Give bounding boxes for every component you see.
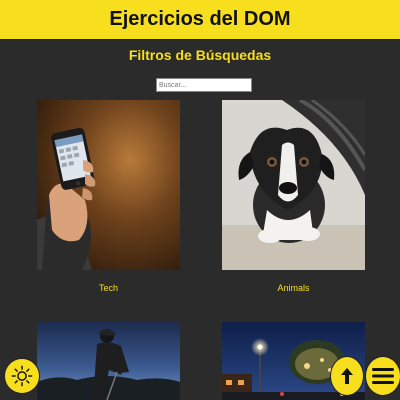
sun-icon <box>11 365 33 387</box>
arrow-up-icon <box>341 368 353 384</box>
card-image-animals <box>222 100 365 270</box>
theme-toggle-button[interactable] <box>4 358 40 394</box>
puppy-photo <box>222 100 365 270</box>
card-label-animals: Animals <box>277 283 310 293</box>
phone-in-hand-photo <box>37 100 180 270</box>
page-header: Ejercicios del DOM <box>0 0 400 40</box>
filters-title: Filtros de Búsquedas <box>128 47 272 63</box>
card-image-tech <box>37 100 180 270</box>
card-label-tech: Tech <box>98 283 118 293</box>
hamburger-menu-icon <box>372 368 394 384</box>
scroll-top-button[interactable] <box>330 356 364 396</box>
page-title: Ejercicios del DOM <box>109 8 291 30</box>
search-input[interactable] <box>156 78 252 92</box>
card-image-golf <box>37 322 180 400</box>
golfer-silhouette-photo <box>37 322 180 400</box>
menu-button[interactable] <box>365 356 400 396</box>
